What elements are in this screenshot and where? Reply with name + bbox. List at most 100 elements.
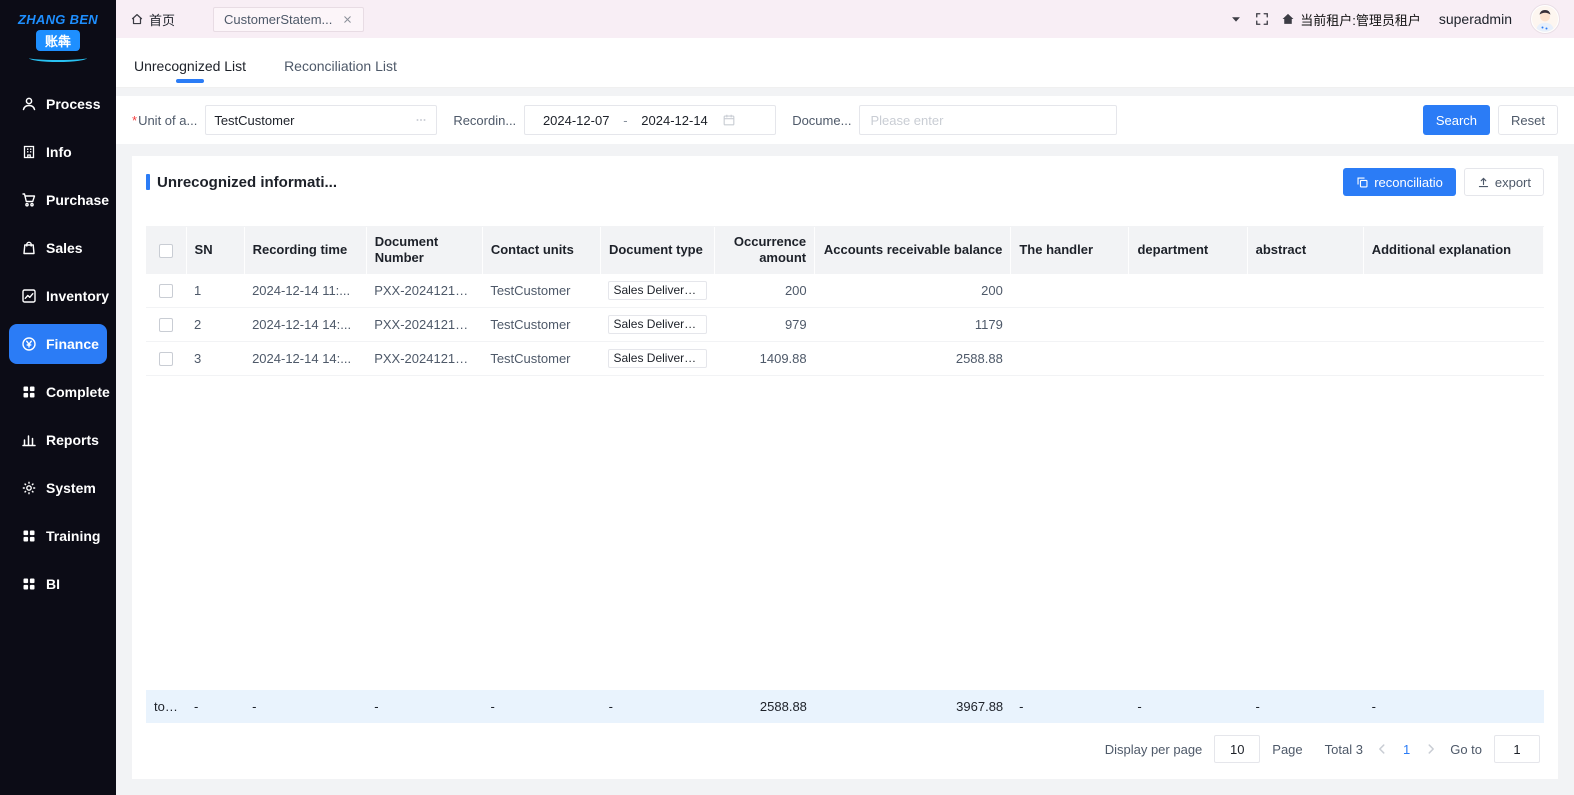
- table-cell: 2588.88: [815, 341, 1011, 375]
- table-cell: TestCustomer: [482, 341, 600, 375]
- table-cell: 979: [715, 307, 815, 341]
- total-cell: -: [1247, 690, 1363, 723]
- open-tab-label: CustomerStatem...: [224, 12, 332, 27]
- table-cell: [1247, 341, 1363, 375]
- table-cell: [1363, 341, 1543, 375]
- total-cell: -: [1129, 690, 1247, 723]
- required-mark: *: [132, 113, 137, 128]
- sidebar-menu: Process Info Purchase Sales Inventory Finance…: [0, 80, 116, 608]
- prev-page-button[interactable]: [1375, 742, 1389, 756]
- table-cell: 1179: [815, 307, 1011, 341]
- table-cell: 1: [186, 274, 244, 308]
- home-label: 首页: [149, 10, 175, 29]
- date-from-input[interactable]: [533, 113, 619, 128]
- sidebar-item-inventory[interactable]: Inventory: [9, 276, 107, 316]
- app-window: ZHANG BEN 账犇 Process Info Purchase Sales Inv…: [0, 0, 1574, 795]
- table-cell: Sales Delivery List: [600, 274, 714, 308]
- chart-line-icon: [21, 288, 37, 304]
- chevron-down-icon[interactable]: [1229, 12, 1243, 26]
- reset-button[interactable]: Reset: [1498, 105, 1558, 135]
- sidebar-item-complete[interactable]: Complete: [9, 372, 107, 412]
- total-row: total-----2588.883967.88----: [146, 690, 1544, 723]
- table-cell: 3: [186, 341, 244, 375]
- panel-title: Unrecognized informati...: [146, 174, 337, 191]
- sidebar: ZHANG BEN 账犇 Process Info Purchase Sales Inv…: [0, 0, 116, 795]
- tenant-info: 当前租户:管理员租户: [1281, 10, 1421, 29]
- sidebar-item-process[interactable]: Process: [9, 84, 107, 124]
- breadcrumb-home[interactable]: 首页: [130, 10, 175, 29]
- grid-icon: [21, 528, 37, 544]
- pagination: Display per page Page Total 3 1 Go to: [146, 723, 1544, 769]
- column-header: SN: [186, 227, 244, 274]
- search-button[interactable]: Search: [1423, 105, 1490, 135]
- row-checkbox[interactable]: [159, 352, 173, 366]
- sidebar-item-system[interactable]: System: [9, 468, 107, 508]
- table-cell: 2024-12-14 14:...: [244, 341, 366, 375]
- table-cell: [1129, 307, 1247, 341]
- column-header: Accounts receivable balance: [815, 227, 1011, 274]
- tab-unrecognized-list[interactable]: Unrecognized List: [134, 58, 246, 87]
- unrecognized-table: SNRecording timeDocument NumberContact u…: [146, 227, 1544, 376]
- open-tab-customer-statement[interactable]: CustomerStatem...: [213, 7, 364, 32]
- sidebar-item-reports[interactable]: Reports: [9, 420, 107, 460]
- panel-header: Unrecognized informati... reconciliatio …: [146, 168, 1544, 196]
- unit-of-account-label: *Unit of a...: [132, 113, 197, 128]
- bag-icon: [21, 240, 37, 256]
- column-header: Additional explanation: [1363, 227, 1543, 274]
- ellipsis-icon[interactable]: [414, 113, 428, 127]
- page-size-input[interactable]: [1214, 735, 1260, 763]
- logo-text: ZHANG BEN: [18, 12, 98, 27]
- goto-page-input[interactable]: [1494, 735, 1540, 763]
- total-cell: -: [1364, 690, 1544, 723]
- title-accent-bar: [146, 174, 150, 190]
- reconciliation-button[interactable]: reconciliatio: [1343, 168, 1456, 196]
- row-checkbox[interactable]: [159, 318, 173, 332]
- tab-reconciliation-list[interactable]: Reconciliation List: [284, 58, 397, 87]
- table-cell: [1247, 307, 1363, 341]
- sidebar-item-training[interactable]: Training: [9, 516, 107, 556]
- table-cell: [1129, 274, 1247, 308]
- username[interactable]: superadmin: [1439, 11, 1512, 27]
- export-button[interactable]: export: [1464, 168, 1544, 196]
- sidebar-item-label: Reports: [46, 432, 99, 448]
- building-icon: [21, 144, 37, 160]
- table-cell: 2024-12-14 14:...: [244, 307, 366, 341]
- reconciliation-icon: [1356, 176, 1369, 189]
- select-all-checkbox[interactable]: [159, 244, 173, 258]
- sidebar-item-info[interactable]: Info: [9, 132, 107, 172]
- table-cell: 1409.88: [715, 341, 815, 375]
- sidebar-item-bi[interactable]: BI: [9, 564, 107, 604]
- table-cell: [1011, 274, 1129, 308]
- panel-actions: reconciliatio export: [1343, 168, 1544, 196]
- recording-time-label: Recordin...: [453, 113, 516, 128]
- table-cell: TestCustomer: [482, 274, 600, 308]
- recording-time-range[interactable]: -: [524, 105, 776, 135]
- table-cell: 2024-12-14 11:...: [244, 274, 366, 308]
- sidebar-item-label: Purchase: [46, 192, 109, 208]
- sidebar-item-sales[interactable]: Sales: [9, 228, 107, 268]
- table-cell: [1363, 307, 1543, 341]
- next-page-button[interactable]: [1424, 742, 1438, 756]
- app-logo: ZHANG BEN 账犇: [18, 0, 98, 72]
- column-header: abstract: [1247, 227, 1363, 274]
- sidebar-item-finance[interactable]: Finance: [9, 324, 107, 364]
- document-input[interactable]: [859, 105, 1117, 135]
- column-settings-icon[interactable]: [1524, 204, 1540, 220]
- date-to-input[interactable]: [632, 113, 718, 128]
- sidebar-item-purchase[interactable]: Purchase: [9, 180, 107, 220]
- fullscreen-icon[interactable]: [1255, 12, 1269, 26]
- column-header: Document Number: [366, 227, 482, 274]
- table-cell: PXX-20241214-...: [366, 341, 482, 375]
- house-icon: [1281, 12, 1295, 26]
- table-row: 22024-12-14 14:...PXX-20241214-...TestCu…: [146, 307, 1544, 341]
- table-cell: [1011, 307, 1129, 341]
- close-icon[interactable]: [342, 14, 353, 25]
- current-page[interactable]: 1: [1401, 742, 1412, 757]
- total-cell: 2588.88: [715, 690, 815, 723]
- avatar[interactable]: [1530, 4, 1560, 34]
- unit-of-account-select[interactable]: TestCustomer: [205, 105, 437, 135]
- calendar-icon: [722, 113, 736, 127]
- document-type-tag: Sales Delivery List: [608, 349, 706, 368]
- row-checkbox[interactable]: [159, 284, 173, 298]
- unit-of-account-value: TestCustomer: [214, 113, 408, 128]
